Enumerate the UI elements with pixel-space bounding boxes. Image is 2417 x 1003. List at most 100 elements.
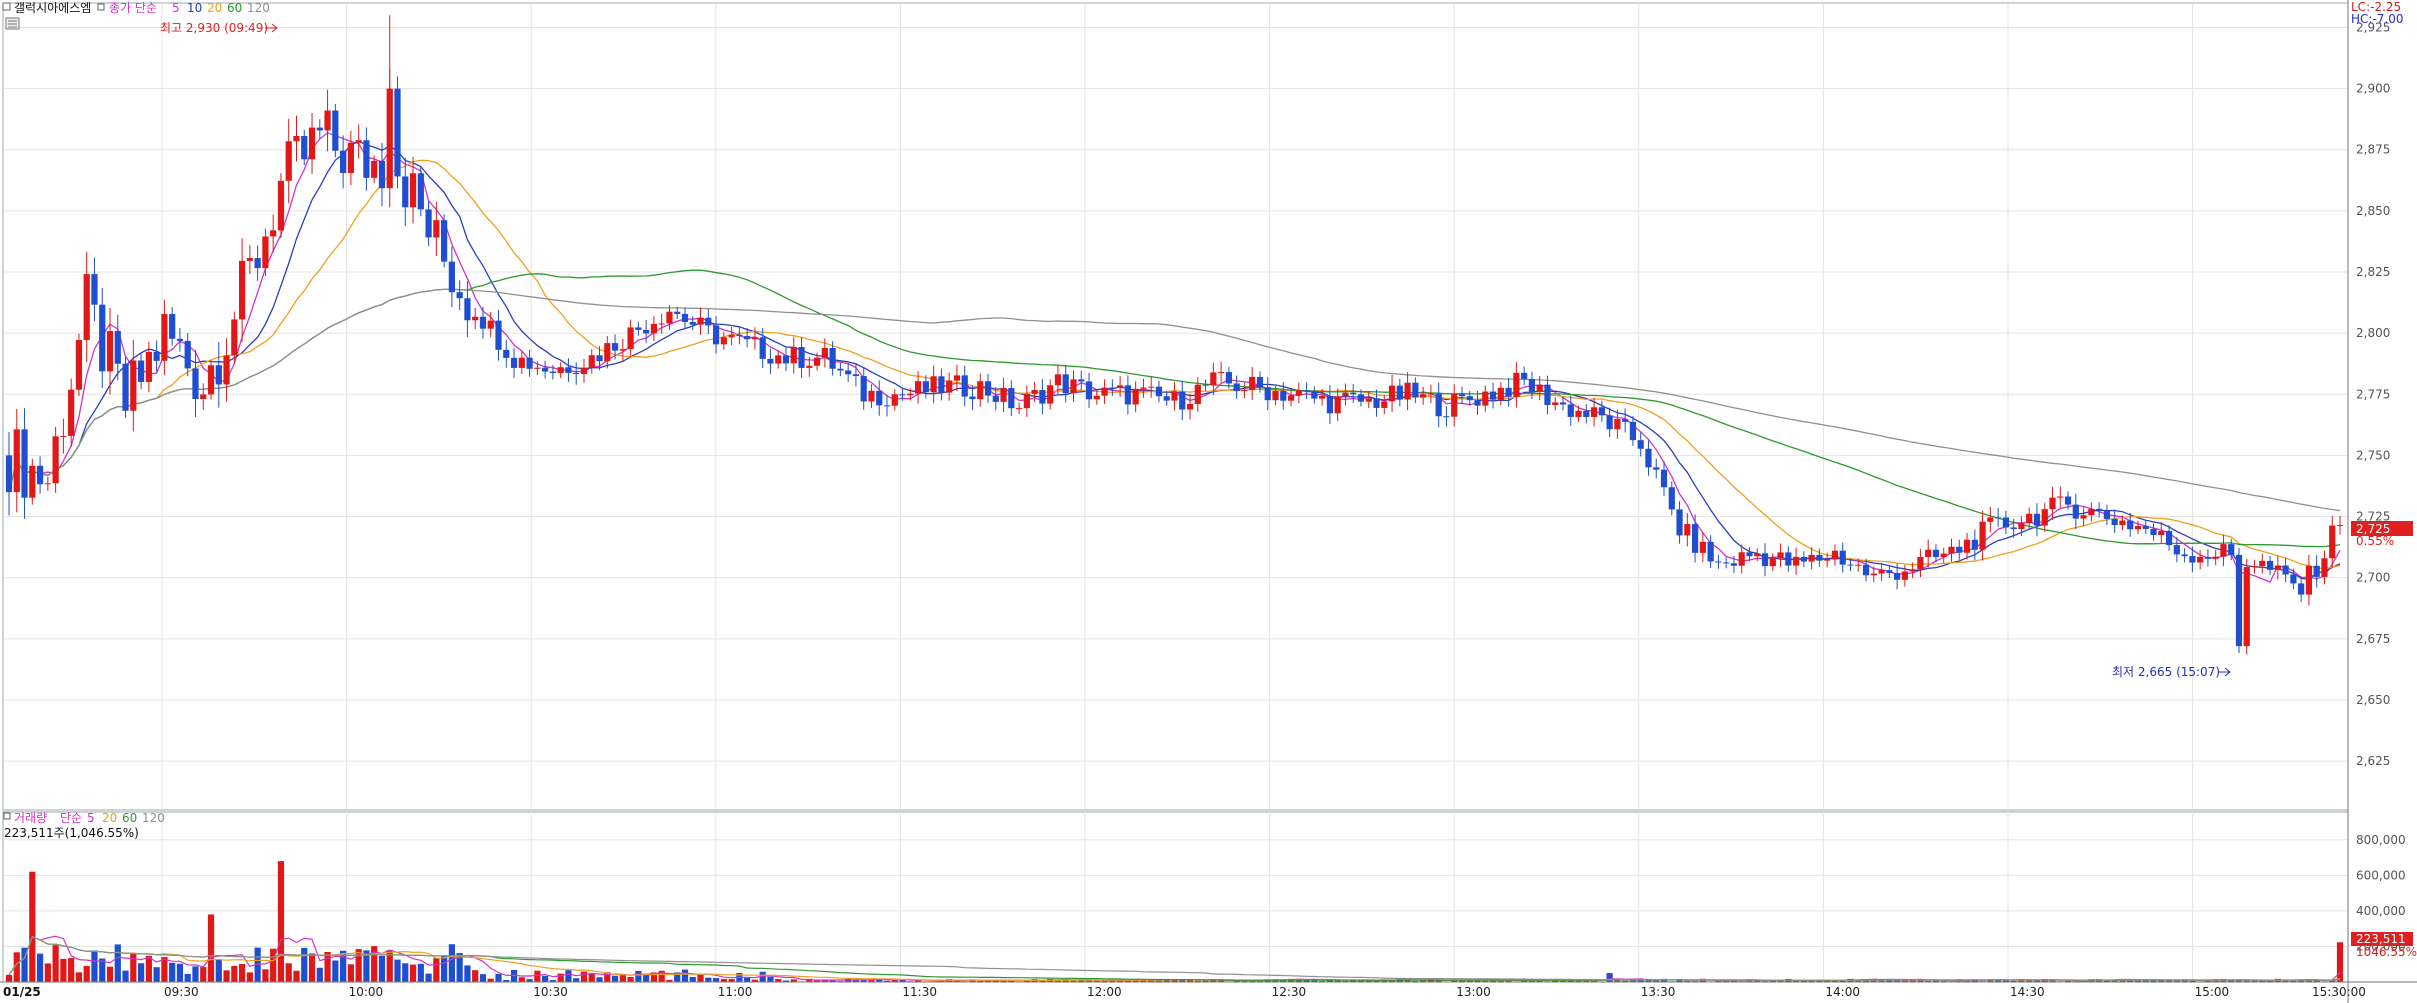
candle-body	[2096, 508, 2103, 511]
candle-body	[68, 389, 75, 436]
volume-bar	[277, 861, 285, 982]
candle-body	[2228, 544, 2235, 555]
candle-body	[681, 313, 689, 322]
candle-body	[409, 173, 417, 208]
candle-body	[1800, 556, 1807, 562]
candle-body	[83, 274, 90, 341]
candle-body	[510, 357, 518, 368]
candle-body	[829, 347, 836, 369]
candle-body	[961, 375, 968, 397]
candle-body	[751, 337, 759, 340]
candle-body	[114, 331, 121, 364]
candle-body	[992, 395, 999, 402]
candle-body	[29, 465, 36, 498]
candle-body	[1435, 393, 1442, 417]
candle-body	[666, 311, 673, 324]
candle-body	[1769, 558, 1776, 567]
candle-body	[402, 176, 409, 208]
candle-body	[1218, 372, 1225, 374]
candle-body	[907, 393, 914, 396]
volume-bar	[106, 966, 114, 982]
time-tick-label: 12:30	[1272, 985, 1307, 999]
candle-body	[806, 365, 813, 368]
candle-body	[1256, 376, 1264, 388]
volume-bar	[565, 970, 572, 982]
candle-body	[580, 367, 588, 375]
candle-body	[1824, 559, 1831, 561]
candle-body	[448, 261, 455, 293]
candle-body	[736, 334, 743, 337]
current-price-pct: 0.55%	[2356, 534, 2394, 548]
volume-bar	[472, 970, 479, 982]
candle-body	[588, 355, 595, 368]
volume-bar	[169, 962, 176, 982]
candle-body	[1489, 391, 1497, 400]
candle-body	[2080, 515, 2087, 519]
candle-body	[1287, 395, 1295, 401]
candle-body	[953, 375, 961, 381]
candle-body	[573, 372, 580, 375]
candle-body	[984, 381, 992, 396]
volume-bar	[767, 976, 774, 982]
title-box-icon	[2, 2, 11, 11]
candle-body	[604, 343, 611, 362]
volume-bar	[712, 978, 720, 982]
candle-body	[1295, 390, 1302, 396]
candle-body	[1474, 400, 1481, 406]
candle-body	[1357, 394, 1365, 402]
time-tick-label: 14:00	[1825, 985, 1860, 999]
candle-body	[1280, 390, 1287, 401]
candle-body	[2002, 517, 2009, 528]
price-tick-label: 2,900	[2356, 82, 2390, 96]
time-tick-label: 15:00	[2195, 985, 2230, 999]
candle-body	[1746, 552, 1753, 557]
candle-body	[2057, 496, 2064, 498]
candle-body	[1000, 388, 1007, 402]
candle-body	[176, 338, 184, 341]
candle-body	[1225, 372, 1232, 384]
volume-bar	[176, 963, 184, 982]
volume-bar	[153, 967, 160, 982]
candle-body	[1932, 549, 1940, 558]
candle-body	[1676, 509, 1683, 536]
price-tick-label: 2,825	[2356, 265, 2390, 279]
candle-body	[557, 367, 564, 374]
volume-bar	[332, 960, 339, 982]
volume-bar	[207, 914, 215, 982]
legend-prefix: 종가 단순	[109, 1, 157, 15]
candle-body	[1559, 402, 1567, 405]
candle-body	[503, 349, 510, 358]
candle-body	[75, 340, 83, 390]
candle-body	[2165, 530, 2173, 546]
candle-body	[270, 230, 277, 237]
candle-body	[1901, 571, 1908, 580]
volume-bar	[262, 969, 269, 982]
candle-body	[1808, 554, 1815, 562]
volume-bar	[308, 953, 316, 982]
volume-bar	[588, 973, 595, 982]
candle-body	[1412, 382, 1419, 398]
candle-body	[1691, 524, 1699, 553]
volume-bar	[448, 944, 455, 982]
candle-body	[99, 304, 106, 372]
legend-period-10: 10	[187, 1, 202, 15]
stock-chart[interactable]: 2,9252,9002,8752,8502,8252,8002,7752,750…	[0, 0, 2417, 1003]
candle-body	[1738, 552, 1745, 566]
candle-body	[2321, 558, 2328, 577]
volume-bar	[285, 963, 292, 982]
candle-body	[425, 209, 432, 238]
stock-title[interactable]: 갤럭시아에스엠	[14, 1, 91, 15]
candle-body	[1039, 390, 1046, 404]
candle-body	[1427, 393, 1435, 395]
volume-bar	[1606, 973, 1613, 982]
candle-body	[2298, 583, 2305, 595]
candle-body	[2127, 520, 2134, 530]
candle-body	[1202, 384, 1209, 386]
candle-body	[1567, 404, 1574, 417]
volume-tick-label: 800,000	[2356, 833, 2406, 847]
candle-body	[1792, 556, 1800, 566]
candle-body	[417, 173, 424, 210]
candle-body	[2336, 524, 2344, 526]
candle-body	[1963, 539, 1971, 553]
volume-tick-label: 400,000	[2356, 904, 2406, 918]
